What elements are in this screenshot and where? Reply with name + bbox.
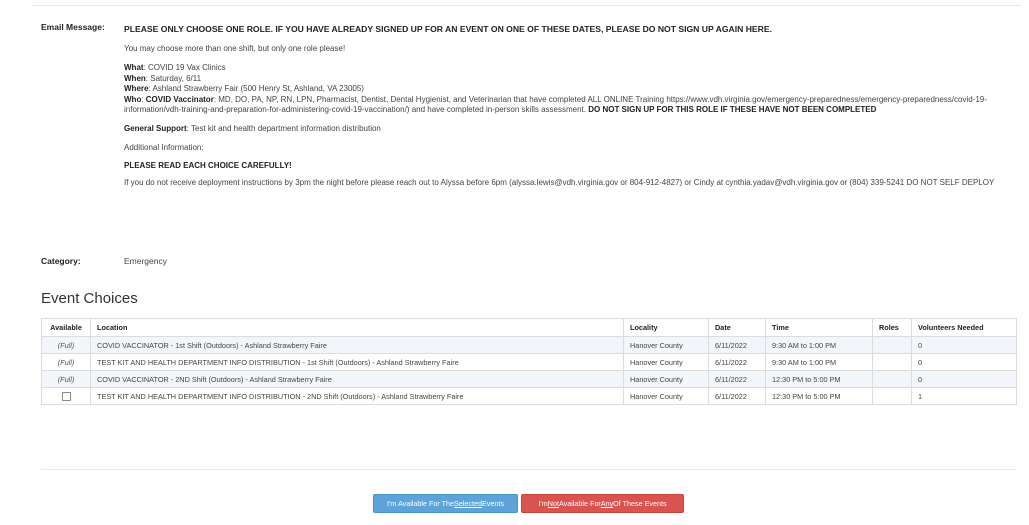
availability-status: (Full) [41, 353, 91, 371]
volunteers-needed-cell: 1 [911, 387, 1017, 405]
availability-status: (Full) [41, 370, 91, 388]
not-available-text-mid: Available For [558, 499, 601, 508]
roles-cell [872, 336, 912, 354]
location-cell: COVID VACCINATOR - 2ND Shift (Outdoors) … [90, 370, 624, 388]
location-cell: TEST KIT AND HEALTH DEPARTMENT INFO DIST… [90, 353, 624, 371]
not-available-text: I'm [538, 499, 548, 508]
volunteers-needed-cell: 0 [911, 370, 1017, 388]
email-message-body: PLEASE ONLY CHOOSE ONE ROLE. IF YOU HAVE… [124, 24, 1019, 189]
select-event-checkbox[interactable] [61, 391, 71, 401]
availability-status: (Full) [41, 336, 91, 354]
date-cell: 6/11/2022 [708, 336, 766, 354]
support-label: General Support [124, 123, 187, 133]
available-button-text: I'm Available For The [387, 499, 455, 508]
not-available-text-end: Of These Events [613, 499, 667, 508]
locality-cell: Hanover County [623, 336, 709, 354]
email-message-label: Email Message: [41, 22, 105, 32]
availability-cell [41, 387, 91, 405]
top-divider [32, 5, 1021, 6]
col-locality[interactable]: Locality [623, 318, 709, 337]
table-header-row: Available Location Locality Date Time Ro… [41, 318, 1017, 337]
email-note: You may choose more than one shift, but … [124, 43, 346, 53]
deployment-instructions: If you do not receive deployment instruc… [124, 178, 995, 187]
locality-cell: Hanover County [623, 387, 709, 405]
roles-cell [872, 353, 912, 371]
category-label: Category: [41, 256, 81, 266]
where-value: : Ashland Strawberry Fair (500 Henry St,… [148, 84, 364, 93]
read-carefully: PLEASE READ EACH CHOICE CAREFULLY! [124, 160, 292, 170]
when-line: When: Saturday, 6/11 [124, 74, 1019, 85]
available-button-text-end: Events [482, 499, 504, 508]
location-cell: TEST KIT AND HEALTH DEPARTMENT INFO DIST… [90, 387, 624, 405]
event-choices-title: Event Choices [41, 290, 138, 307]
who-label: Who [124, 94, 142, 104]
category-value: Emergency [124, 256, 167, 266]
event-choices-table: Available Location Locality Date Time Ro… [41, 318, 1017, 405]
what-line: What: COVID 19 Vax Clinics [124, 63, 1019, 74]
col-volunteers-needed[interactable]: Volunteers Needed [911, 318, 1017, 337]
when-label: When [124, 73, 146, 83]
time-cell: 12:30 PM to 5:00 PM [765, 370, 873, 388]
when-value: : Saturday, 6/11 [145, 73, 202, 83]
who-line: Who: COVID Vaccinator: MD, DO, PA, NP, R… [124, 95, 1019, 116]
where-line: Where: Ashland Strawberry Fair (500 Henr… [124, 84, 1019, 95]
col-roles[interactable]: Roles [872, 318, 912, 337]
locality-cell: Hanover County [623, 370, 709, 388]
footer-divider [41, 469, 1017, 470]
col-date[interactable]: Date [708, 318, 766, 337]
time-cell: 12:30 PM to 5:00 PM [765, 387, 873, 405]
where-label: Where [124, 84, 149, 93]
time-cell: 9:30 AM to 1:00 PM [765, 353, 873, 371]
date-cell: 6/11/2022 [708, 353, 766, 371]
location-cell: COVID VACCINATOR - 1st Shift (Outdoors) … [90, 336, 624, 354]
available-selected-events-button[interactable]: I'm Available For The Selected Events [373, 494, 518, 513]
col-location[interactable]: Location [90, 318, 624, 337]
any-underlined: Any [600, 499, 614, 508]
what-label: What [124, 63, 144, 72]
table-row: (Full) TEST KIT AND HEALTH DEPARTMENT IN… [41, 353, 1017, 371]
time-cell: 9:30 AM to 1:00 PM [765, 336, 873, 354]
date-cell: 6/11/2022 [708, 370, 766, 388]
vaccinator-label: COVID Vaccinator [145, 94, 214, 104]
volunteers-needed-cell: 0 [911, 336, 1017, 354]
date-cell: 6/11/2022 [708, 387, 766, 405]
support-line: General Support: Test kit and health dep… [124, 124, 1019, 135]
roles-cell [872, 370, 912, 388]
not-available-button[interactable]: I'm Not Available For Any Of These Event… [521, 494, 684, 513]
email-headline: PLEASE ONLY CHOOSE ONE ROLE. IF YOU HAVE… [124, 24, 772, 34]
col-time[interactable]: Time [765, 318, 873, 337]
table-row: (Full) COVID VACCINATOR - 2ND Shift (Out… [41, 370, 1017, 388]
table-row: TEST KIT AND HEALTH DEPARTMENT INFO DIST… [41, 387, 1017, 405]
table-row: (Full) COVID VACCINATOR - 1st Shift (Out… [41, 336, 1017, 354]
support-value: : Test kit and health department informa… [186, 123, 381, 133]
what-value: : COVID 19 Vax Clinics [143, 63, 226, 72]
col-available[interactable]: Available [41, 318, 91, 337]
not-available-underlined: Not [547, 499, 559, 508]
available-button-underlined: Selected [454, 499, 483, 508]
locality-cell: Hanover County [623, 353, 709, 371]
vaccinator-warning: DO NOT SIGN UP FOR THIS ROLE IF THESE HA… [588, 105, 877, 114]
roles-cell [872, 387, 912, 405]
additional-info: Additional Information: [124, 143, 204, 152]
volunteers-needed-cell: 0 [911, 353, 1017, 371]
